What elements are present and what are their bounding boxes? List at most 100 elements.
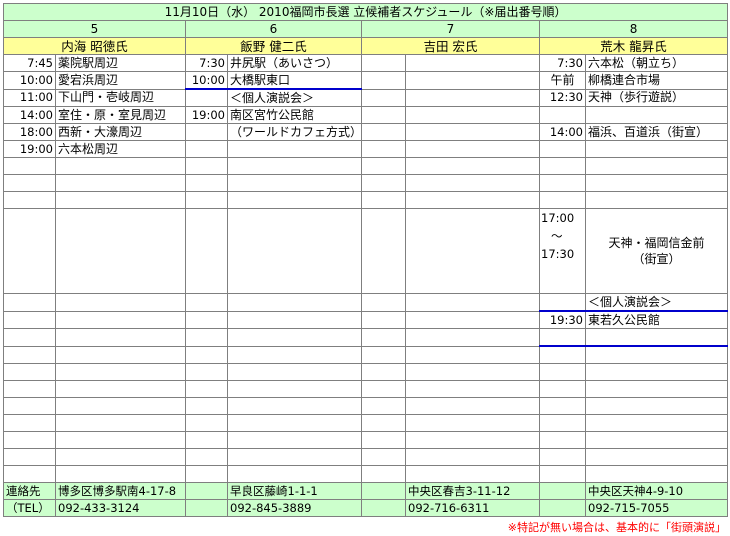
event-time [185,88,228,107]
empty-cell [405,140,540,158]
empty-cell [3,293,56,312]
empty-cell [3,328,56,347]
footnote: ※特記が無い場合は、基本的に「街頭演説」 [507,521,726,534]
empty-cell [227,191,362,209]
empty-cell [405,191,540,209]
empty-cell [185,140,228,158]
empty-cell [227,363,362,381]
empty-cell [405,293,540,312]
empty-cell [185,397,228,415]
event-place: 天神（歩行遊説） [584,88,729,107]
empty-cell [405,174,540,192]
empty-cell [227,431,362,449]
empty-cell [185,465,228,483]
empty-cell [3,431,56,449]
empty-cell [185,482,228,500]
candidate-number: 7 [361,20,540,38]
empty-cell [539,106,586,124]
empty-cell [361,157,406,175]
contact-address: 中央区天神4-9-10 [584,482,729,500]
event-time: 19:00 [3,140,56,158]
empty-cell [405,431,540,449]
empty-cell [539,448,586,466]
empty-cell [584,363,729,381]
event-place: 室住・原・室見周辺 [55,106,186,124]
contact-tel: 092-715-7055 [584,499,729,517]
event-place [584,140,729,158]
empty-cell [361,54,406,72]
empty-cell [361,71,406,90]
event-time: 19:00 [185,106,228,124]
schedule-row [3,397,729,415]
empty-cell [185,157,228,175]
empty-cell [227,414,362,432]
event-place-line: 天神・福岡信金前 [608,236,705,250]
empty-cell [405,448,540,466]
sheet-title: 11月10日（水） 2010福岡市長選 立候補者スケジュール（※届出番号順） [2,3,729,21]
event-time: 10:00 [3,71,56,90]
contact-label: 連絡先 [3,482,56,500]
empty-cell [584,431,729,449]
empty-cell [361,123,406,141]
candidate-number: 8 [538,20,729,38]
schedule-row: 14:00 室住・原・室見周辺 19:00 南区宮竹公民館 [3,106,729,124]
empty-cell [55,380,186,398]
schedule-row: 7:45 薬院駅周辺 7:30 井尻駅（あいさつ） 7:30 六本松（朝立ち） [3,54,729,72]
empty-cell [3,345,56,364]
empty-cell [55,174,186,192]
empty-cell [55,157,186,175]
contact-address: 早良区藤崎1-1-1 [227,482,362,500]
event-place: 南区宮竹公民館 [227,106,362,124]
empty-cell [227,310,362,329]
empty-cell [227,208,362,294]
empty-cell [361,174,406,192]
empty-cell [539,397,586,415]
schedule-row: 17:00 ～ 17:30 天神・福岡信金前 （街宣） [3,208,729,294]
event-place-line: （街宣） [632,252,681,266]
empty-cell [405,123,540,141]
empty-cell [361,499,406,517]
event-time: 19:30 [539,310,586,329]
empty-cell [584,328,729,347]
empty-cell [55,397,186,415]
schedule-row [3,465,729,483]
empty-cell [405,345,540,364]
event-place: （ワールドカフェ方式） [227,123,362,141]
contact-tel: 092-433-3124 [55,499,186,517]
empty-cell [227,293,362,312]
empty-cell [361,448,406,466]
empty-cell [584,397,729,415]
empty-cell [584,191,729,209]
empty-cell [361,191,406,209]
empty-cell [584,345,729,364]
contact-label: （TEL） [3,499,56,517]
empty-cell [3,363,56,381]
empty-cell [405,71,540,90]
event-place: 薬院駅周辺 [55,54,186,72]
event-time: 午前 [539,71,586,90]
event-time: 14:00 [3,106,56,124]
empty-cell [3,448,56,466]
empty-cell [584,465,729,483]
event-place: 愛宕浜周辺 [55,71,186,90]
schedule-row: 19:00 六本松周辺 [3,140,729,158]
empty-cell [584,380,729,398]
event-time: 12:30 [539,88,586,107]
schedule-row: 10:00 愛宕浜周辺 10:00 大橋駅東口 午前 柳橋連合市場 [3,71,729,90]
contact-address: 博多区博多駅南4-17-8 [55,482,186,500]
empty-cell [185,448,228,466]
event-place: ＜個人演説会＞ [227,88,362,107]
empty-cell [361,465,406,483]
event-place: 六本松（朝立ち） [584,54,729,72]
empty-cell [185,499,228,517]
schedule-row [3,157,729,175]
empty-cell [55,431,186,449]
empty-cell [227,380,362,398]
event-place: 六本松周辺 [55,140,186,158]
empty-cell [55,328,186,347]
empty-cell [405,465,540,483]
event-time-part: 17:00 [541,211,575,225]
event-place: 井尻駅（あいさつ） [227,54,362,72]
event-place: 西新・大濠周辺 [55,123,186,141]
event-place: 大橋駅東口 [227,71,362,90]
